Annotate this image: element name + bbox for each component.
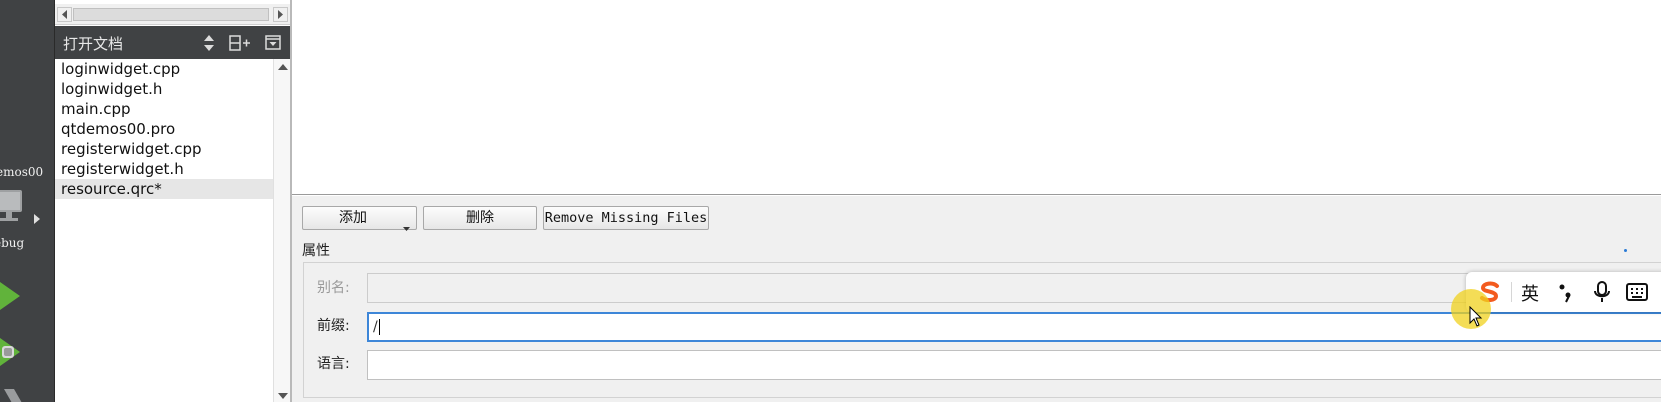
scroll-down-icon[interactable] [277, 392, 289, 400]
add-button-label: 添加 [339, 210, 367, 226]
language-field[interactable] [367, 350, 1661, 380]
delete-button[interactable]: 删除 [423, 206, 537, 230]
scroll-up-icon[interactable] [277, 63, 289, 71]
add-button[interactable]: 添加 [302, 206, 417, 231]
horizontal-scrollbar[interactable] [55, 4, 290, 25]
vertical-scrollbar[interactable] [273, 59, 290, 402]
chevron-right-icon[interactable] [34, 209, 42, 228]
mouse-pointer-icon [1469, 305, 1483, 332]
prefix-label: 前缀: [317, 318, 350, 334]
keyboard-icon[interactable] [1626, 282, 1648, 306]
scrollbar-thumb[interactable] [73, 8, 269, 21]
open-documents-header: 打开文档 [55, 26, 290, 59]
list-item[interactable]: loginwidget.cpp [55, 59, 273, 79]
ime-language-toggle[interactable]: 英 [1521, 280, 1539, 306]
list-item[interactable]: main.cpp [55, 99, 273, 119]
build-hammer-icon[interactable] [0, 388, 24, 402]
open-documents-list: loginwidget.cpp loginwidget.h main.cpp q… [55, 59, 273, 402]
ime-toolbar: 英 [1466, 272, 1661, 312]
monitor-icon[interactable] [0, 190, 26, 228]
scroll-left-icon [62, 10, 67, 19]
split-icon[interactable] [229, 34, 251, 56]
remove-missing-files-button[interactable]: Remove Missing Files [543, 206, 709, 230]
list-item[interactable]: registerwidget.h [55, 159, 273, 179]
list-item[interactable]: registerwidget.cpp [55, 139, 273, 159]
sort-updown-icon[interactable] [203, 34, 215, 56]
chevron-down-icon [403, 216, 410, 238]
open-documents-title[interactable]: 打开文档 [63, 33, 123, 54]
text-caret [378, 319, 380, 335]
list-item-selected[interactable]: resource.qrc* [55, 179, 273, 199]
play-icon[interactable] [0, 282, 22, 314]
build-config-label: ebug [0, 236, 25, 250]
editor-area[interactable] [292, 0, 1661, 195]
list-item[interactable]: loginwidget.h [55, 79, 273, 99]
project-name[interactable]: emos00 [0, 165, 43, 179]
status-dot [1624, 249, 1627, 252]
close-panel-icon[interactable] [265, 35, 281, 54]
microphone-icon[interactable] [1592, 280, 1612, 308]
punctuation-icon[interactable] [1558, 281, 1574, 307]
prefix-value: / [373, 319, 378, 335]
list-item[interactable]: qtdemos00.pro [55, 119, 273, 139]
mode-bar: emos00 ebug [0, 0, 54, 402]
properties-group: 别名: 前缀: / 语言: [303, 262, 1661, 398]
language-label: 语言: [317, 356, 350, 372]
properties-title: 属性 [302, 243, 330, 259]
ime-divider [1511, 282, 1512, 302]
open-documents-panel: 打开文档 loginwidget.cpp loginwidget.h main.… [55, 0, 290, 402]
scroll-right-icon [278, 10, 283, 19]
debug-run-icon[interactable] [0, 338, 22, 372]
alias-label: 别名: [317, 280, 350, 296]
